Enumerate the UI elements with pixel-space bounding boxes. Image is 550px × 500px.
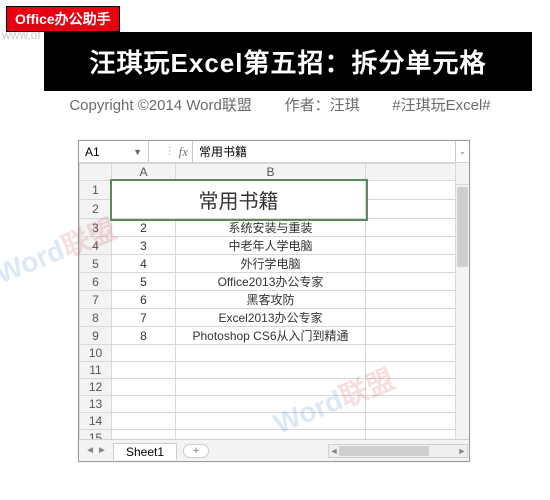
hscroll-left-icon[interactable]: ◄ <box>329 445 339 457</box>
cell-empty[interactable] <box>366 362 469 379</box>
name-box-dropdown-icon[interactable]: ▼ <box>133 147 142 157</box>
row-header[interactable]: 9 <box>80 327 112 345</box>
fx-label[interactable]: fx <box>179 144 188 160</box>
site-badge: Office办公助手 <box>6 6 120 32</box>
cell-empty[interactable] <box>176 413 366 430</box>
row-header[interactable]: 11 <box>80 362 112 379</box>
formula-expand-icon[interactable]: ⌄ <box>455 141 469 162</box>
row-header[interactable]: 4 <box>80 237 112 255</box>
cell-col-b[interactable]: 系统安装与重装 <box>176 219 366 237</box>
cell-empty[interactable] <box>112 345 176 362</box>
vertical-scrollbar-thumb[interactable] <box>457 187 468 267</box>
cell-col-b[interactable]: Excel2013办公专家 <box>176 309 366 327</box>
author-text: 作者：汪琪 <box>285 97 360 114</box>
cell-col-b[interactable]: 黑客攻防 <box>176 291 366 309</box>
cell-empty[interactable] <box>176 379 366 396</box>
row-header[interactable]: 8 <box>80 309 112 327</box>
article-title: 汪琪玩Excel第五招：拆分单元格 <box>44 32 532 91</box>
cell-empty[interactable] <box>112 396 176 413</box>
cell-empty[interactable] <box>366 379 469 396</box>
col-header-a[interactable]: A <box>112 164 176 181</box>
cell-col-a[interactable]: 4 <box>112 255 176 273</box>
copyright-line: Copyright ©2014 Word联盟 作者：汪琪 #汪琪玩Excel# <box>28 94 532 115</box>
cell-empty[interactable] <box>366 309 469 327</box>
merged-title-cell[interactable]: 常用书籍 <box>112 181 366 219</box>
cell-col-b[interactable]: 中老年人学电脑 <box>176 237 366 255</box>
fx-zone: ⋮ fx <box>149 141 193 162</box>
cell-col-b[interactable]: 外行学电脑 <box>176 255 366 273</box>
cell-empty[interactable] <box>366 345 469 362</box>
row-header[interactable]: 2 <box>80 200 112 219</box>
cell-empty[interactable] <box>366 327 469 345</box>
tab-next-icon[interactable]: ► <box>97 445 107 456</box>
spreadsheet-grid[interactable]: A B 1 常用书籍 2 32系统安装与重装43中老年人学电脑54外行学电脑65… <box>79 163 469 439</box>
sheet-tabs-bar: ◄ ► Sheet1 + ◄ ► <box>79 439 469 461</box>
cell-empty[interactable] <box>366 273 469 291</box>
row-header[interactable]: 3 <box>80 219 112 237</box>
cell-col-a[interactable]: 7 <box>112 309 176 327</box>
cell-empty[interactable] <box>366 396 469 413</box>
cell-col-a[interactable]: 3 <box>112 237 176 255</box>
cell-empty[interactable] <box>366 181 469 200</box>
cell-col-a[interactable]: 2 <box>112 219 176 237</box>
add-sheet-button[interactable]: + <box>183 444 209 458</box>
cell-empty[interactable] <box>366 200 469 219</box>
row-header[interactable]: 12 <box>80 379 112 396</box>
cell-empty[interactable] <box>366 413 469 430</box>
row-header[interactable]: 10 <box>80 345 112 362</box>
cell-col-a[interactable]: 5 <box>112 273 176 291</box>
sheet-tab[interactable]: Sheet1 <box>113 443 177 460</box>
excel-screenshot: A1 ▼ ⋮ fx 常用书籍 ⌄ A B 1 常用书籍 <box>78 140 470 462</box>
col-header-empty[interactable] <box>366 164 469 181</box>
col-header-b[interactable]: B <box>176 164 366 181</box>
formula-input[interactable]: 常用书籍 <box>193 141 455 162</box>
cell-empty[interactable] <box>176 362 366 379</box>
row-header[interactable]: 1 <box>80 181 112 200</box>
scroll-corner <box>455 163 469 185</box>
cell-empty[interactable] <box>366 255 469 273</box>
formula-bar: A1 ▼ ⋮ fx 常用书籍 ⌄ <box>79 141 469 163</box>
cell-empty[interactable] <box>112 379 176 396</box>
cell-empty[interactable] <box>112 413 176 430</box>
cell-empty[interactable] <box>176 396 366 413</box>
hashtag-text: #汪琪玩Excel# <box>392 97 490 114</box>
horizontal-scrollbar-thumb[interactable] <box>339 446 429 456</box>
cell-col-b[interactable]: Photoshop CS6从入门到精通 <box>176 327 366 345</box>
cell-empty[interactable] <box>176 345 366 362</box>
select-all-corner[interactable] <box>80 164 112 181</box>
cell-empty[interactable] <box>366 219 469 237</box>
cell-empty[interactable] <box>366 237 469 255</box>
name-box[interactable]: A1 ▼ <box>79 141 149 162</box>
cell-empty[interactable] <box>112 362 176 379</box>
hscroll-right-icon[interactable]: ► <box>457 445 467 457</box>
cell-col-a[interactable]: 6 <box>112 291 176 309</box>
cell-col-a[interactable]: 8 <box>112 327 176 345</box>
row-header[interactable]: 15 <box>80 430 112 440</box>
sheet-area: A B 1 常用书籍 2 32系统安装与重装43中老年人学电脑54外行学电脑65… <box>79 163 469 439</box>
cell-empty[interactable] <box>112 430 176 440</box>
tab-prev-icon[interactable]: ◄ <box>85 445 95 456</box>
row-header[interactable]: 5 <box>80 255 112 273</box>
cell-empty[interactable] <box>176 430 366 440</box>
row-header[interactable]: 13 <box>80 396 112 413</box>
name-box-value: A1 <box>85 145 100 159</box>
cell-empty[interactable] <box>366 291 469 309</box>
tab-nav-arrows[interactable]: ◄ ► <box>79 445 113 456</box>
cell-col-b[interactable]: Office2013办公专家 <box>176 273 366 291</box>
vertical-scrollbar[interactable] <box>455 185 469 439</box>
row-header[interactable]: 6 <box>80 273 112 291</box>
formula-value: 常用书籍 <box>199 143 247 160</box>
horizontal-scrollbar[interactable]: ◄ ► <box>328 444 468 458</box>
row-header[interactable]: 7 <box>80 291 112 309</box>
copyright-text: Copyright ©2014 Word联盟 <box>69 97 252 114</box>
cell-empty[interactable] <box>366 430 469 440</box>
fx-more-icon[interactable]: ⋮ <box>165 146 175 157</box>
row-header[interactable]: 14 <box>80 413 112 430</box>
